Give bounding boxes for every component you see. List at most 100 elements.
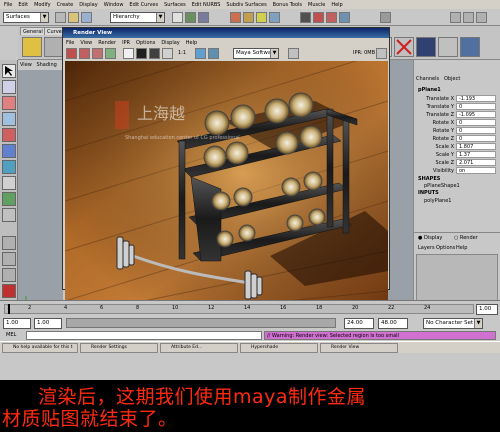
end-time-field[interactable]: 48.00: [378, 318, 408, 329]
display-rgb-icon[interactable]: [123, 48, 134, 59]
rendered-image[interactable]: 上海越 Shanghai education center of CG prof…: [65, 61, 388, 311]
persp-outliner-layout-icon[interactable]: [2, 268, 16, 282]
viewport-menu-view[interactable]: View: [20, 62, 32, 68]
ipr-render-icon[interactable]: [326, 12, 337, 23]
layers-menu[interactable]: Layers: [418, 245, 435, 251]
input-line-icon[interactable]: [380, 12, 391, 23]
select-by-component-icon[interactable]: [198, 12, 209, 23]
keep-image-icon[interactable]: [195, 48, 206, 59]
zoom-out-icon[interactable]: [162, 48, 173, 59]
menu-subdiv-surfaces[interactable]: Subdiv Surfaces: [226, 2, 266, 8]
render-view-task[interactable]: Render View: [320, 343, 398, 353]
zoom-ratio[interactable]: 1:1: [178, 50, 186, 56]
attr-value[interactable]: 1.807: [456, 143, 496, 150]
object-name[interactable]: pPlane1: [418, 87, 441, 93]
render-view-layout-icon[interactable]: [2, 284, 16, 298]
renderer-dropdown[interactable]: Maya Software ▼: [233, 48, 279, 59]
render-current-frame-icon[interactable]: [313, 12, 324, 23]
playback-end-field[interactable]: 24.00: [344, 318, 374, 329]
render-settings-task[interactable]: Render Settings: [80, 343, 158, 353]
snap-grid-icon[interactable]: [230, 12, 241, 23]
menu-file[interactable]: File: [4, 2, 12, 8]
attribute-editor-task[interactable]: Attribute Ed...: [160, 343, 238, 353]
start-time-field[interactable]: 1.00: [3, 318, 31, 329]
attr-value[interactable]: 1.37: [456, 151, 496, 158]
attr-rotate-z[interactable]: Rotate Z0: [414, 135, 500, 143]
rv-menu-ipr[interactable]: IPR: [122, 40, 130, 46]
layer-options-menu[interactable]: Options: [436, 245, 455, 251]
attr-scale-x[interactable]: Scale X 1.807: [414, 143, 500, 151]
layer-render-radio[interactable]: ○ Render: [454, 235, 478, 241]
layer-help-menu[interactable]: Help: [456, 245, 467, 251]
attr-value[interactable]: on: [456, 167, 496, 174]
menu-modify[interactable]: Modify: [34, 2, 51, 8]
attr-value[interactable]: 0: [456, 103, 496, 110]
lasso-tool-icon[interactable]: [2, 80, 16, 94]
four-view-layout-icon[interactable]: [2, 252, 16, 266]
menu-bonus-tools[interactable]: Bonus Tools: [273, 2, 302, 8]
attr-translate-y[interactable]: Translate Y0: [414, 103, 500, 111]
hypershade-task[interactable]: Hypershade: [240, 343, 318, 353]
time-slider[interactable]: 1 2 4 6 8 10 12 14 16 18 20 22 24 1.00: [0, 300, 500, 316]
attr-value[interactable]: 0: [456, 119, 496, 126]
rv-menu-render[interactable]: Render: [98, 40, 116, 46]
select-by-hierarchy-icon[interactable]: [172, 12, 183, 23]
delete-history-icon[interactable]: [394, 37, 414, 57]
input-name[interactable]: polyPlane1: [424, 198, 451, 204]
range-slider-bar[interactable]: [66, 318, 336, 328]
select-by-object-icon[interactable]: [185, 12, 196, 23]
character-set-dropdown[interactable]: No Character Set ▼: [423, 318, 483, 329]
shelf-tool-icon[interactable]: [416, 37, 436, 57]
attr-scale-y[interactable]: Scale Y 1.37: [414, 151, 500, 159]
universal-manipulator-icon[interactable]: [2, 160, 16, 174]
attr-value[interactable]: 2.071: [456, 159, 496, 166]
construction-history-icon[interactable]: [300, 12, 311, 23]
menu-display[interactable]: Display: [79, 2, 97, 8]
time-slider-track[interactable]: [4, 304, 474, 314]
show-manipulator-icon[interactable]: [2, 192, 16, 206]
open-scene-icon[interactable]: [68, 12, 79, 23]
rv-menu-help[interactable]: Help: [186, 40, 197, 46]
show-tool-settings-icon[interactable]: [463, 12, 474, 23]
attr-rotate-x[interactable]: Rotate X0: [414, 119, 500, 127]
rv-menu-view[interactable]: View: [80, 40, 92, 46]
soft-modification-icon[interactable]: [2, 176, 16, 190]
redo-previous-render-icon[interactable]: [66, 48, 77, 59]
move-tool-icon[interactable]: [2, 112, 16, 126]
new-scene-icon[interactable]: [55, 12, 66, 23]
viewport-menu-shading[interactable]: Shading: [36, 62, 56, 68]
scale-tool-icon[interactable]: [2, 144, 16, 158]
shelf-tab-general[interactable]: General: [20, 27, 46, 35]
display-depth-icon[interactable]: [149, 48, 160, 59]
attr-translate-z[interactable]: Translate Z -1.095: [414, 111, 500, 119]
layer-display-radio[interactable]: ● Display: [418, 235, 442, 241]
rotate-tool-icon[interactable]: [2, 128, 16, 142]
snap-point-icon[interactable]: [256, 12, 267, 23]
render-view-tool-icon[interactable]: [288, 48, 299, 59]
mel-label[interactable]: MEL: [6, 332, 16, 338]
perspective-viewport[interactable]: [18, 70, 63, 315]
menu-set-dropdown[interactable]: Surfaces ▼: [3, 12, 49, 23]
single-perspective-layout-icon[interactable]: [2, 236, 16, 250]
sphere-icon[interactable]: [44, 37, 64, 57]
rv-menu-display[interactable]: Display: [161, 40, 179, 46]
paint-select-tool-icon[interactable]: [2, 96, 16, 110]
show-attribute-editor-icon[interactable]: [450, 12, 461, 23]
render-view-options-icon[interactable]: [376, 48, 387, 59]
snap-curve-icon[interactable]: [243, 12, 254, 23]
render-settings-icon[interactable]: [339, 12, 350, 23]
menu-edit-nurbs[interactable]: Edit NURBS: [192, 2, 221, 8]
menu-create[interactable]: Create: [57, 2, 74, 8]
mel-input[interactable]: [26, 331, 262, 340]
display-alpha-icon[interactable]: [136, 48, 147, 59]
last-tool-icon[interactable]: [2, 208, 16, 222]
ipr-icon[interactable]: [92, 48, 103, 59]
current-time-field[interactable]: 1.00: [476, 304, 498, 315]
channel-box-tab-object[interactable]: Object: [444, 76, 460, 82]
attr-translate-x[interactable]: Translate X -1.193: [414, 95, 500, 103]
attr-rotate-y[interactable]: Rotate Y0: [414, 127, 500, 135]
attr-scale-z[interactable]: Scale Z 2.071: [414, 159, 500, 167]
rv-menu-options[interactable]: Options: [136, 40, 155, 46]
selection-mode-dropdown[interactable]: Hierarchy ▼: [110, 12, 165, 23]
attr-value[interactable]: 0: [456, 127, 496, 134]
